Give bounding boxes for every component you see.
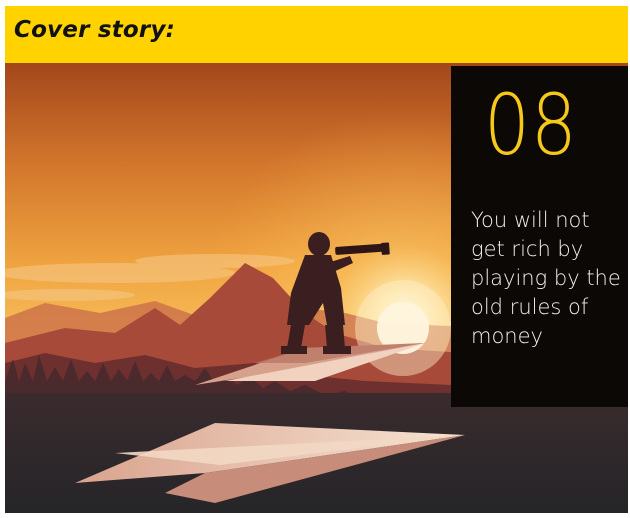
cover-story-card[interactable]: Cover story: 08 You will not get rich by…: [5, 6, 628, 513]
header-bar: Cover story:: [5, 6, 628, 63]
story-number: 08: [484, 76, 578, 174]
story-badge: 08 You will not get rich by playing by t…: [451, 66, 628, 407]
header-title: Cover story:: [14, 17, 176, 43]
story-headline[interactable]: You will not get rich by playing by the …: [471, 206, 621, 351]
